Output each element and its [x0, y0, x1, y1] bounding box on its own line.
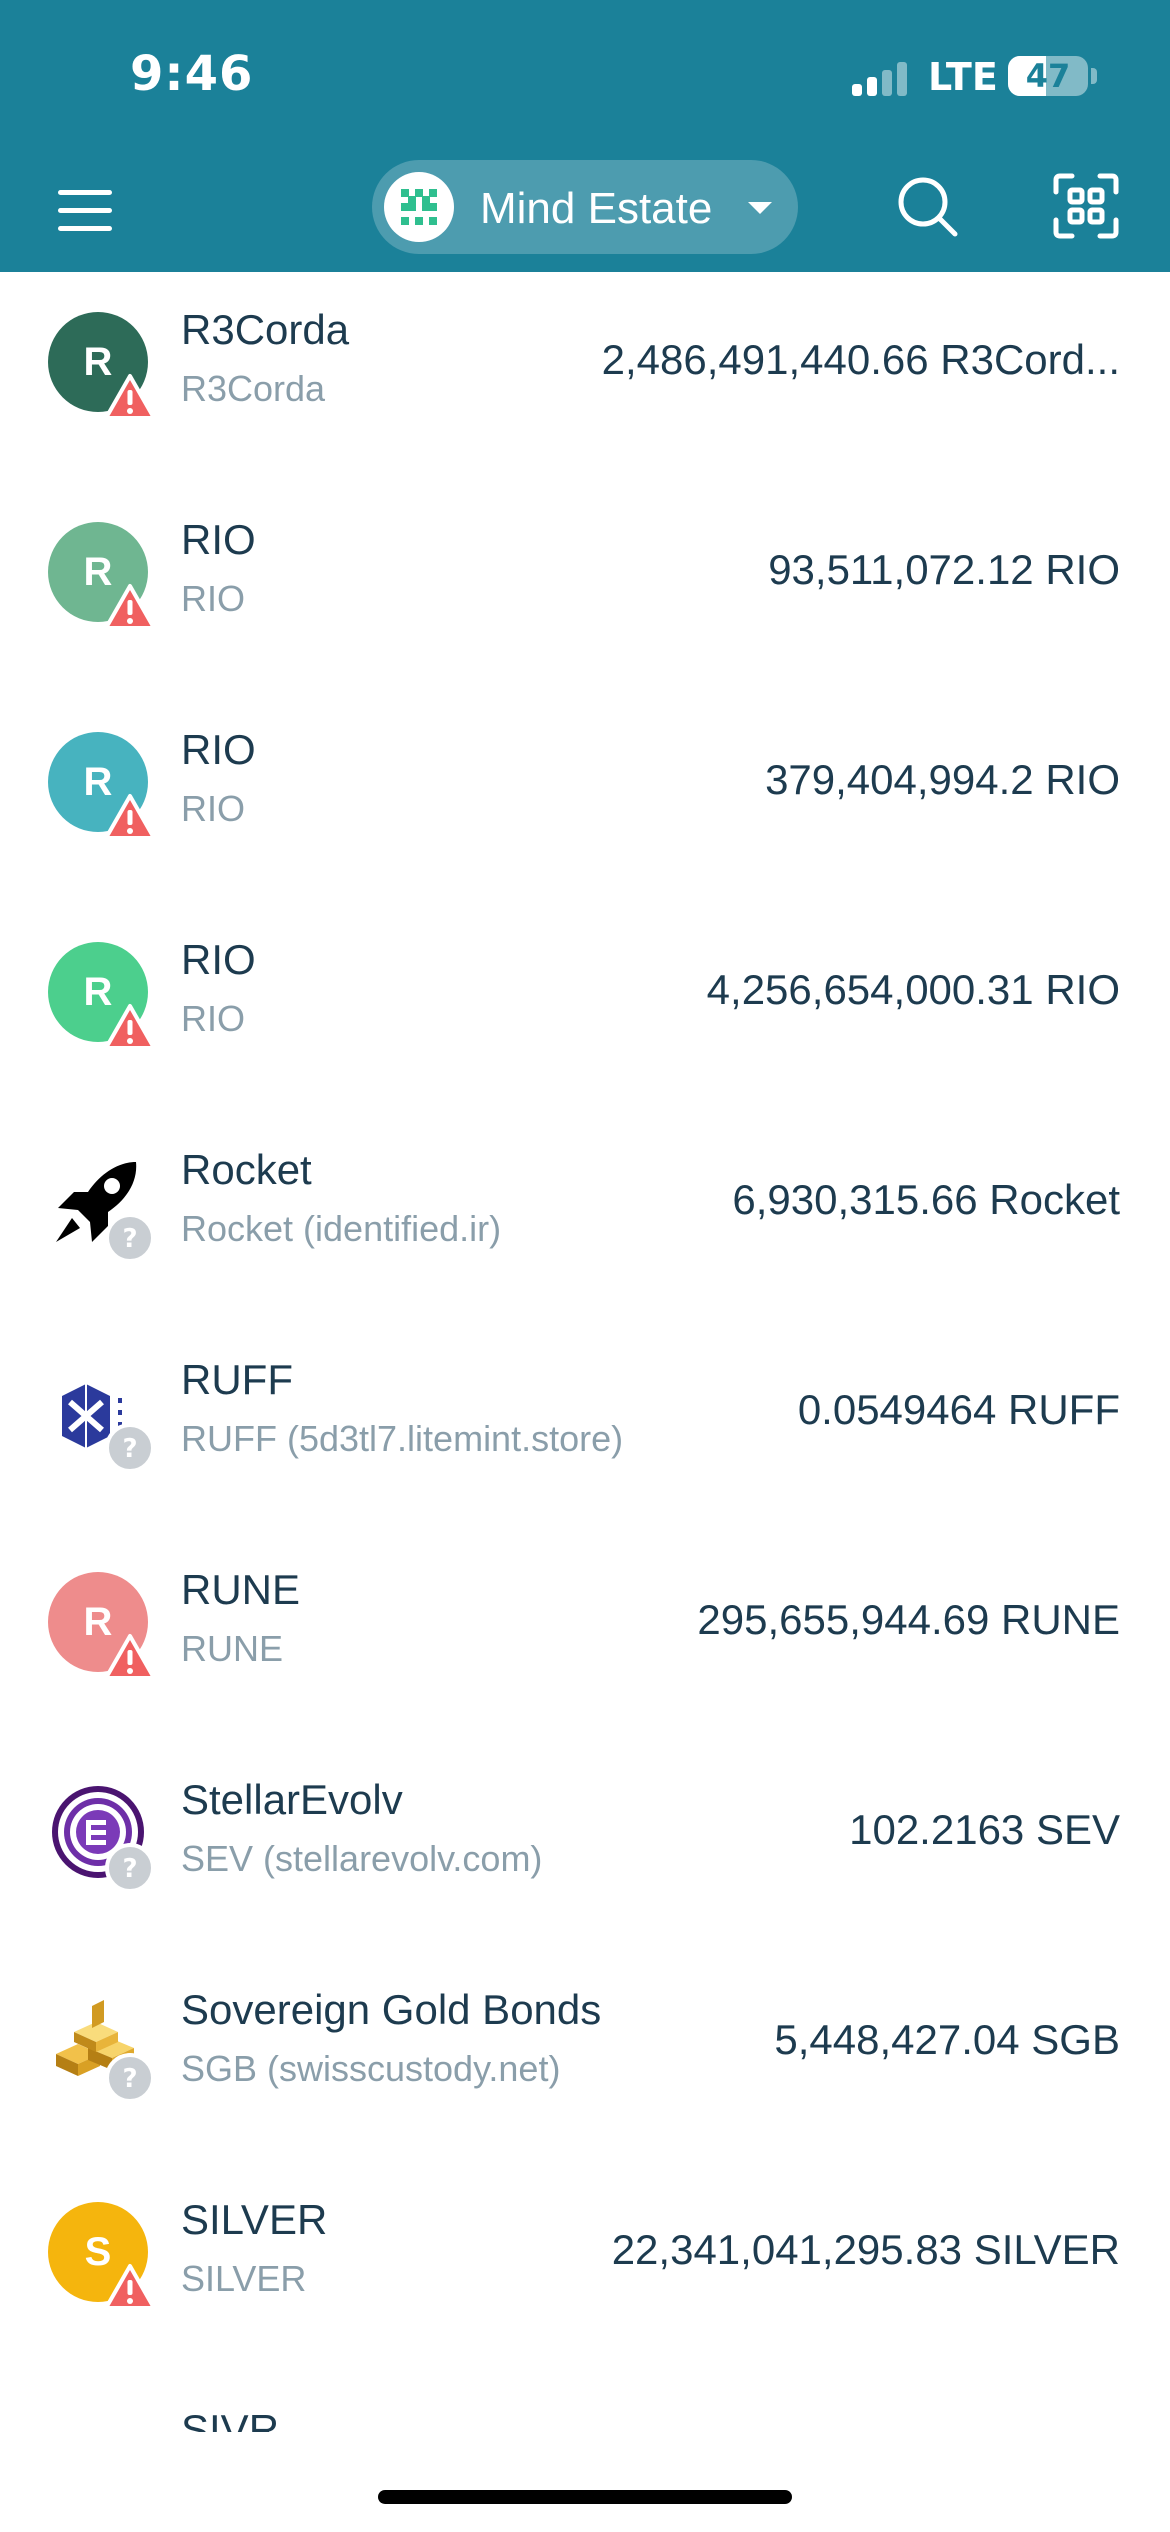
- asset-issuer: RUFF (5d3tl7.litemint.store): [181, 1418, 624, 1459]
- asset-name: Sovereign Gold Bonds: [181, 1986, 602, 2033]
- account-name: Mind Estate: [480, 184, 713, 233]
- asset-icon: ?: [48, 1152, 155, 1263]
- asset-row[interactable]: ? RUFF RUFF (5d3tl7.litemint.store) 0.05…: [0, 1322, 1170, 1532]
- app-header: Mind Estate: [0, 150, 1170, 272]
- asset-issuer: SILVER: [181, 2258, 307, 2299]
- caret-down-icon: [748, 202, 772, 214]
- asset-row[interactable]: ? Sovereign Gold Bonds SGB (swisscustody…: [0, 1952, 1170, 2162]
- asset-balance: 102.2163 SEV: [849, 1806, 1120, 1853]
- asset-row[interactable]: ? Rocket Rocket (identified.ir) 6,930,31…: [0, 1112, 1170, 1322]
- account-avatar-icon: [384, 172, 454, 242]
- asset-balance: 0.0549464 RUFF: [797, 1386, 1120, 1433]
- asset-row[interactable]: R RIO RIO 379,404,994.2 RIO: [0, 692, 1170, 902]
- asset-issuer: RIO: [181, 578, 246, 619]
- asset-list: R R3Corda R3Corda 2,486,491,440.66 R3Cor…: [0, 272, 1170, 2432]
- asset-issuer: SGB (swisscustody.net): [181, 2048, 561, 2089]
- asset-icon: R: [48, 1572, 156, 1680]
- asset-issuer: RIO: [181, 998, 246, 1039]
- asset-balance: 22,341,041,295.83 SILVER: [611, 2226, 1120, 2273]
- asset-name: Rocket: [181, 1146, 312, 1193]
- unknown-verification-icon: ?: [105, 1843, 155, 1893]
- unknown-verification-icon: ?: [105, 1423, 155, 1473]
- warning-icon: [104, 584, 156, 630]
- asset-row[interactable]: ? StellarEvolv SEV (stellarevolv.com) 10…: [0, 1742, 1170, 1952]
- asset-name: RUNE: [181, 1566, 301, 1613]
- asset-icon: [48, 2412, 148, 2432]
- asset-icon: R: [48, 522, 156, 630]
- battery-icon: 47: [1008, 56, 1088, 96]
- asset-icon: S: [48, 2202, 156, 2310]
- asset-name: R3Corda: [181, 306, 350, 353]
- asset-balance: 295,655,944.69 RUNE: [697, 1596, 1120, 1643]
- unknown-verification-icon: ?: [105, 1213, 155, 1263]
- asset-row[interactable]: R R3Corda R3Corda 2,486,491,440.66 R3Cor…: [0, 272, 1170, 482]
- home-indicator[interactable]: [378, 2490, 792, 2504]
- svg-text:?: ?: [122, 1854, 137, 1884]
- sivr-logo-icon: [48, 2412, 148, 2432]
- asset-row[interactable]: R RIO RIO 93,511,072.12 RIO: [0, 482, 1170, 692]
- svg-text:?: ?: [122, 1224, 137, 1254]
- unknown-verification-icon: ?: [105, 2053, 155, 2103]
- battery-cap: [1091, 68, 1097, 84]
- battery-percent: 47: [1025, 57, 1071, 95]
- asset-row[interactable]: SIVR: [0, 2372, 1170, 2432]
- asset-row[interactable]: S SILVER SILVER 22,341,041,295.83 SILVER: [0, 2162, 1170, 2372]
- asset-balance: 379,404,994.2 RIO: [765, 756, 1120, 803]
- asset-balance: 2,486,491,440.66 R3Cord...: [601, 336, 1120, 383]
- account-switcher[interactable]: Mind Estate: [372, 160, 798, 254]
- asset-balance: 93,511,072.12 RIO: [768, 546, 1120, 593]
- asset-name: RIO: [181, 726, 256, 773]
- asset-balance: 5,448,427.04 SGB: [774, 2016, 1120, 2063]
- asset-balance: 4,256,654,000.31 RIO: [706, 966, 1120, 1013]
- warning-icon: [104, 374, 156, 420]
- asset-row[interactable]: R RIO RIO 4,256,654,000.31 RIO: [0, 902, 1170, 1112]
- asset-issuer: R3Corda: [181, 368, 326, 409]
- status-bar: 9:46 LTE 47: [0, 0, 1170, 150]
- hamburger-menu-icon[interactable]: [50, 180, 120, 240]
- asset-name: SILVER: [181, 2196, 328, 2243]
- asset-icon: R: [48, 942, 156, 1050]
- asset-icon: R: [48, 732, 156, 840]
- qr-scan-icon[interactable]: [1052, 172, 1120, 240]
- svg-text:?: ?: [122, 2064, 137, 2094]
- warning-icon: [104, 794, 156, 840]
- asset-name: SIVR: [181, 2406, 280, 2432]
- asset-icon: ?: [48, 1362, 155, 1473]
- asset-issuer: RUNE: [181, 1628, 284, 1669]
- asset-name: RIO: [181, 516, 256, 563]
- asset-name: RIO: [181, 936, 256, 983]
- status-time: 9:46: [130, 46, 254, 102]
- asset-icon: ?: [48, 1782, 155, 1893]
- network-type: LTE: [928, 55, 998, 99]
- asset-issuer: SEV (stellarevolv.com): [181, 1838, 543, 1879]
- asset-issuer: RIO: [181, 788, 246, 829]
- svg-text:?: ?: [122, 1434, 137, 1464]
- asset-name: RUFF: [181, 1356, 293, 1403]
- warning-icon: [104, 1004, 156, 1050]
- search-icon[interactable]: [893, 172, 963, 242]
- asset-icon: ?: [48, 1992, 155, 2103]
- asset-issuer: Rocket (identified.ir): [181, 1208, 502, 1249]
- asset-icon: R: [48, 312, 156, 420]
- app-screen: 9:46 LTE 47 Mind Estate R R3Corda R3Cord…: [0, 0, 1170, 2532]
- asset-name: StellarEvolv: [181, 1776, 403, 1823]
- warning-icon: [104, 2264, 156, 2310]
- cellular-signal-icon: [852, 60, 912, 96]
- asset-row[interactable]: R RUNE RUNE 295,655,944.69 RUNE: [0, 1532, 1170, 1742]
- warning-icon: [104, 1634, 156, 1680]
- asset-balance: 6,930,315.66 Rocket: [732, 1176, 1120, 1223]
